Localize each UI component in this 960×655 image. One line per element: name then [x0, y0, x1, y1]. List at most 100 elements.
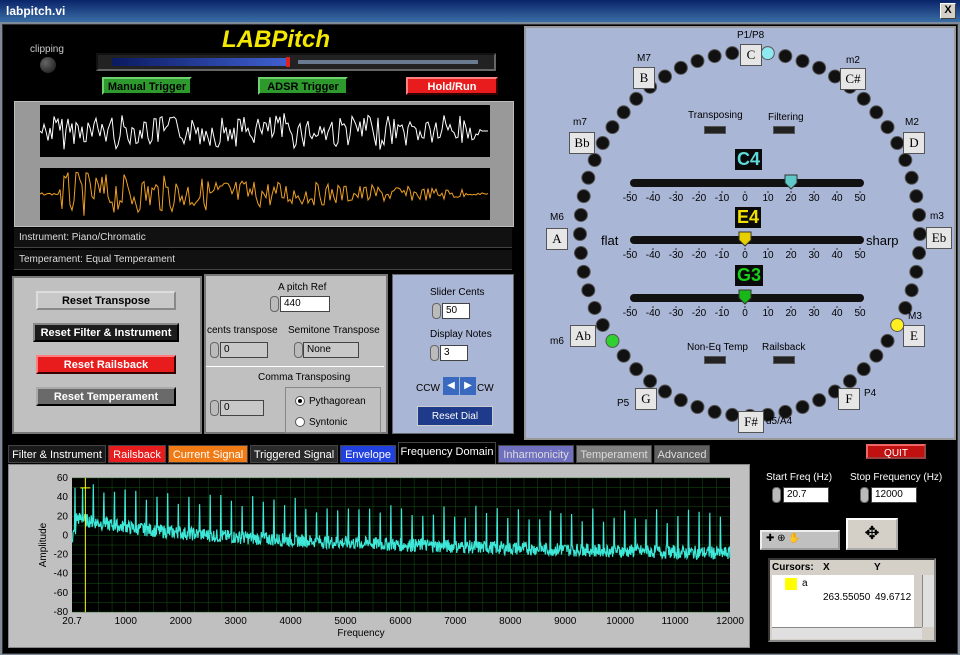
cursor-name: a: [802, 578, 808, 589]
tab-advanced[interactable]: Advanced: [654, 445, 710, 463]
y-tick-label: 20: [57, 511, 69, 522]
scale-tick: -20: [692, 308, 707, 319]
stop-freq-spinner[interactable]: [860, 487, 869, 503]
display-notes-spinner[interactable]: [430, 345, 439, 361]
note-c-button[interactable]: C: [740, 44, 762, 66]
slider-track[interactable]: [630, 179, 864, 187]
pythagorean-radio[interactable]: [295, 396, 305, 406]
level-meter: [96, 53, 496, 71]
ring-led: [707, 49, 722, 64]
note-d-button[interactable]: D: [903, 132, 925, 154]
tab-filter-instrument[interactable]: Filter & Instrument: [8, 445, 106, 463]
a-pitch-spinner[interactable]: [270, 296, 279, 312]
cents-spinner[interactable]: [210, 342, 219, 358]
graph-tools-palette[interactable]: ✚ ⊕ ✋: [760, 530, 840, 550]
interval-p5: P5: [617, 398, 630, 409]
level-track: [298, 60, 478, 64]
cursor-y-value: 49.6712: [875, 592, 912, 603]
scale-tick: -30: [669, 308, 684, 319]
stop-freq-input[interactable]: 12000: [871, 487, 917, 503]
semitone-spinner[interactable]: [294, 342, 303, 358]
reset-railsback-button[interactable]: Reset Railsback: [36, 355, 176, 374]
interval-m7: m7: [573, 117, 587, 128]
cents-transpose-label: cents transpose: [207, 325, 278, 336]
rotate-cw-button[interactable]: ▶: [460, 377, 476, 395]
tab-inharmonicity[interactable]: Inharmonicity: [498, 445, 574, 463]
reset-temperament-button[interactable]: Reset Temperament: [36, 387, 176, 406]
rotate-ccw-button[interactable]: ◀: [443, 377, 459, 395]
comma-input[interactable]: 0: [220, 400, 264, 416]
note-a-button[interactable]: A: [546, 228, 568, 250]
ring-led: [573, 227, 587, 241]
x-tick-label: 10000: [606, 616, 634, 627]
cursor-hscroll[interactable]: [772, 627, 922, 639]
adsr-trigger-button[interactable]: ADSR Trigger: [258, 77, 348, 95]
scale-tick: 20: [785, 308, 797, 319]
x-tick-label: 12000: [716, 616, 744, 627]
ring-led: [795, 54, 810, 69]
reset-dial-button[interactable]: Reset Dial: [417, 406, 493, 426]
note-b-button[interactable]: B: [633, 67, 655, 89]
ring-led: [795, 399, 810, 414]
a-pitch-input[interactable]: 440: [280, 296, 330, 312]
clipping-led: [40, 57, 56, 73]
tab-envelope[interactable]: Envelope: [340, 445, 396, 463]
cents-input[interactable]: 0: [220, 342, 268, 358]
close-button[interactable]: X: [940, 3, 956, 19]
start-freq-input[interactable]: 20.7: [783, 487, 829, 503]
cursor-swatch: [785, 578, 797, 590]
manual-trigger-button[interactable]: Manual Trigger: [102, 77, 192, 95]
non-eq-led: [704, 356, 726, 364]
syntonic-radio[interactable]: [295, 417, 305, 427]
note-f-button[interactable]: F: [838, 388, 860, 410]
ring-led: [904, 170, 919, 185]
note-bb-button[interactable]: Bb: [569, 132, 595, 154]
slider-cents-spinner[interactable]: [432, 303, 441, 319]
tab-current-signal[interactable]: Current Signal: [168, 445, 248, 463]
scale-tick: 0: [742, 193, 748, 204]
note-ab-button[interactable]: Ab: [570, 325, 596, 347]
ring-led: [673, 393, 688, 408]
tab-temperament[interactable]: Temperament: [576, 445, 652, 463]
comma-spinner[interactable]: [210, 400, 219, 416]
hold-run-button[interactable]: Hold/Run: [406, 77, 498, 95]
tab-frequency-domain[interactable]: Frequency Domain: [398, 442, 496, 464]
start-freq-label: Start Freq (Hz): [766, 472, 833, 483]
note-g-button[interactable]: G: [635, 388, 657, 410]
x-tick-label: 7000: [444, 616, 467, 627]
ring-led: [595, 317, 610, 332]
scale-tick: 0: [742, 308, 748, 319]
note-eb-button[interactable]: Eb: [926, 227, 952, 249]
tab-railsback[interactable]: Railsback: [108, 445, 166, 463]
scale-tick: 30: [808, 250, 820, 261]
quit-button[interactable]: QUIT: [866, 444, 926, 459]
note-csharp-button[interactable]: C#: [840, 68, 866, 90]
ring-led: [760, 46, 775, 61]
cursor-x-header: X: [823, 562, 830, 573]
cents-sliders[interactable]: -50 -40 -30 -20 -10 0 10 20 30 40 50 -50 -40 -30 -20 -1…: [620, 170, 870, 320]
slider-cents-input[interactable]: 50: [442, 303, 470, 319]
title-bar: labpitch.vi X: [0, 0, 960, 22]
scale-tick: -50: [623, 250, 638, 261]
divider: [206, 366, 384, 367]
scale-tick: 20: [785, 193, 797, 204]
x-tick-label: 1000: [115, 616, 138, 627]
reset-transpose-button[interactable]: Reset Transpose: [36, 291, 176, 310]
start-freq-spinner[interactable]: [772, 487, 781, 503]
tab-triggered-signal[interactable]: Triggered Signal: [250, 445, 338, 463]
note-e-button[interactable]: E: [903, 325, 925, 347]
syntonic-label: Syntonic: [309, 417, 348, 428]
interval-M6: M6: [550, 212, 564, 223]
y-tick-label: -80: [54, 607, 69, 618]
note-fsharp-button[interactable]: F#: [738, 411, 764, 433]
reset-filter-button[interactable]: Reset Filter & Instrument: [33, 323, 179, 342]
semitone-input[interactable]: None: [303, 342, 359, 358]
y-tick-label: -40: [54, 569, 69, 580]
scale-tick: -20: [692, 250, 707, 261]
ring-led: [812, 393, 827, 408]
scale-tick: 10: [762, 308, 774, 319]
cursor-move-icon[interactable]: ✥: [846, 518, 898, 550]
display-notes-input[interactable]: 3: [440, 345, 468, 361]
ring-led: [587, 300, 602, 315]
cursor-vscroll[interactable]: [922, 575, 934, 627]
